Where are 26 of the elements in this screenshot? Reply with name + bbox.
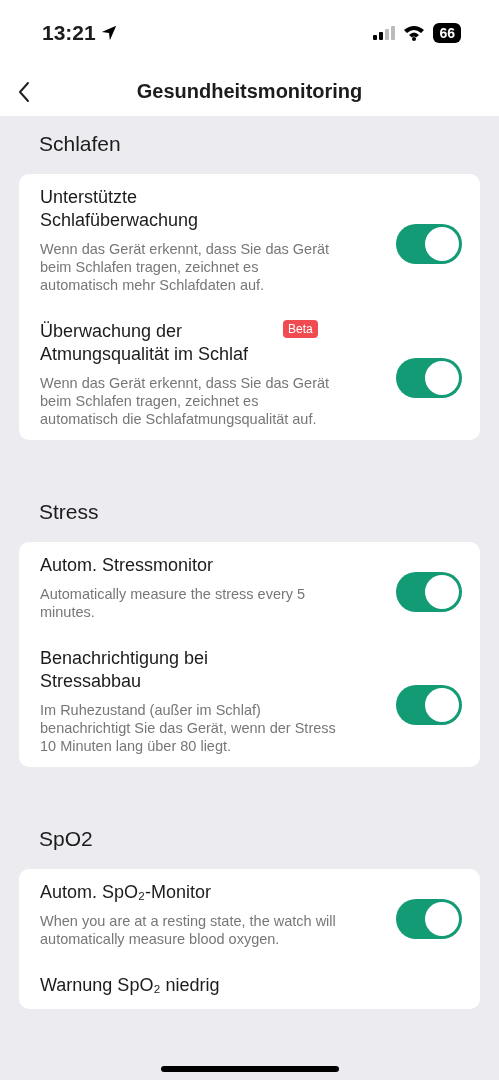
page-title: Gesundheitsmonitoring xyxy=(136,79,363,103)
setting-description: When you are at a resting state, the watch will automatically measure blood oxygen. xyxy=(40,912,337,948)
setting-description: Wenn das Gerät erkennt, dass Sie das Gerät beim Schlafen tragen, zeichnet es automatisch die Schlafatmungsqualität auf. xyxy=(40,374,331,428)
setting-description: Wenn das Gerät erkennt, dass Sie das Gerät beim Schlafen tragen, zeichnet es automatisch mehr Schlafdaten auf. xyxy=(40,240,331,294)
setting-title: Benachrichtigung bei Stressabbau xyxy=(40,647,210,693)
setting-title: Unterstützte Schlafüberwachung xyxy=(40,186,200,232)
section-title: SpO2 xyxy=(38,826,94,852)
setting-title: Autom. SpO₂-Monitor xyxy=(40,881,212,904)
setting-title: Autom. Stressmonitor xyxy=(40,554,214,577)
status-time: 13:21 xyxy=(42,21,96,45)
toggle-switch[interactable] xyxy=(396,571,462,612)
section-title: Stress xyxy=(38,499,100,525)
setting-title: Warnung SpO₂ niedrig xyxy=(40,974,220,997)
toggle-switch[interactable] xyxy=(396,685,462,725)
signal-icon xyxy=(373,26,396,40)
battery-indicator: 66 xyxy=(433,23,461,43)
toggle-switch[interactable] xyxy=(396,224,462,264)
wifi-icon xyxy=(403,25,426,41)
setting-title: Überwachung der Atmungsqualität im Schlaf xyxy=(40,320,250,366)
toggle-switch[interactable] xyxy=(396,898,462,939)
toggle-switch[interactable] xyxy=(396,358,462,398)
section-title: Schlafen xyxy=(38,131,122,157)
back-button[interactable] xyxy=(16,79,32,105)
setting-description: Im Ruhezustand (außer im Schlaf) benachrichtigt Sie das Gerät, wenn der Stress 10 Minuten lang über 80 liegt. xyxy=(40,701,337,755)
beta-badge: Beta xyxy=(283,320,318,338)
setting-description: Automatically measure the stress every 5 minutes. xyxy=(40,585,307,621)
